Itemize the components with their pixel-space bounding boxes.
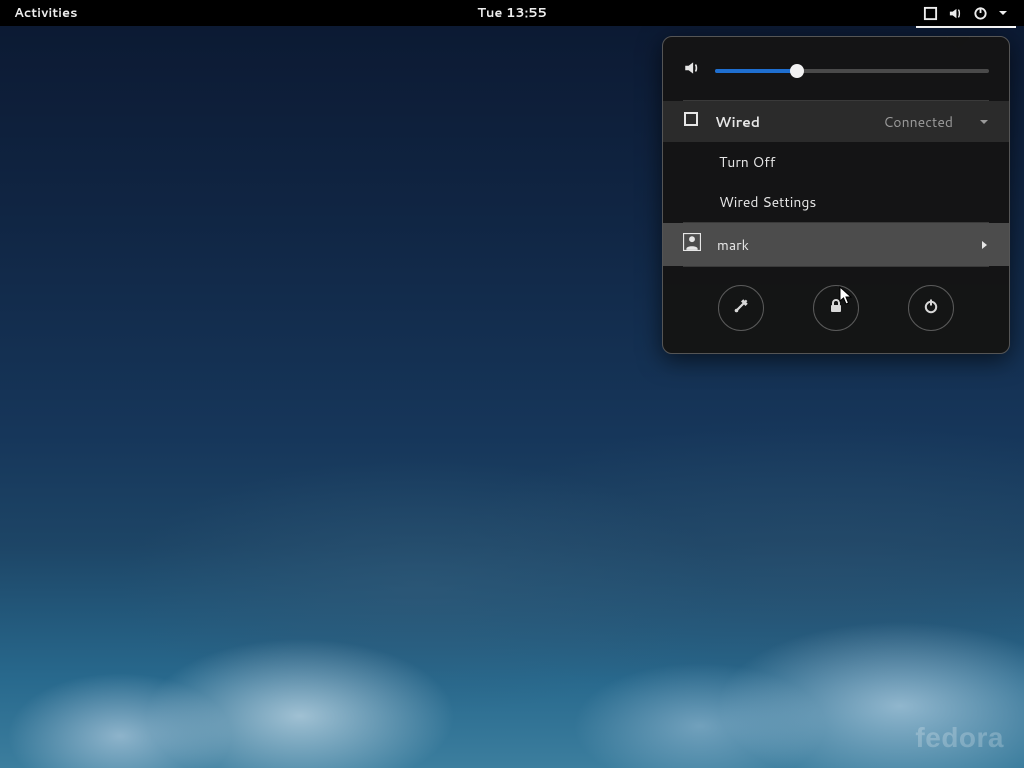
network-wired-settings[interactable]: Wired Settings <box>663 182 1009 222</box>
volume-slider[interactable] <box>715 69 989 73</box>
network-icon <box>923 6 938 21</box>
menu-item-label: Turn Off <box>719 152 775 172</box>
volume-row <box>663 37 1009 100</box>
settings-button[interactable] <box>718 285 764 331</box>
tray-active-indicator <box>916 26 1016 28</box>
network-icon <box>683 111 699 132</box>
lock-icon <box>828 298 844 319</box>
action-button-row <box>663 267 1009 353</box>
speaker-icon <box>683 59 701 82</box>
activities-button[interactable]: Activities <box>0 4 92 22</box>
chevron-down-icon <box>979 112 989 132</box>
chevron-down-icon <box>998 8 1008 18</box>
settings-icon <box>732 297 750 320</box>
power-icon <box>923 298 939 319</box>
system-status-area[interactable] <box>917 0 1014 26</box>
network-status: Connected <box>883 112 953 132</box>
system-menu-popover: Wired Connected Turn Off Wired Settings … <box>662 36 1010 354</box>
power-icon <box>973 6 988 21</box>
power-button[interactable] <box>908 285 954 331</box>
volume-icon <box>948 6 963 21</box>
network-label: Wired <box>715 112 760 132</box>
chevron-right-icon <box>981 235 989 255</box>
clock-button[interactable]: Tue 13:55 <box>477 4 547 22</box>
network-turn-off[interactable]: Turn Off <box>663 142 1009 182</box>
user-name-label: mark <box>717 235 749 255</box>
user-icon <box>683 233 701 256</box>
distro-wordmark: fedora <box>915 722 1004 754</box>
lock-button[interactable] <box>813 285 859 331</box>
user-row[interactable]: mark <box>663 223 1009 266</box>
top-bar: Activities Tue 13:55 <box>0 0 1024 26</box>
network-header-row[interactable]: Wired Connected <box>663 101 1009 142</box>
menu-item-label: Wired Settings <box>719 192 816 212</box>
